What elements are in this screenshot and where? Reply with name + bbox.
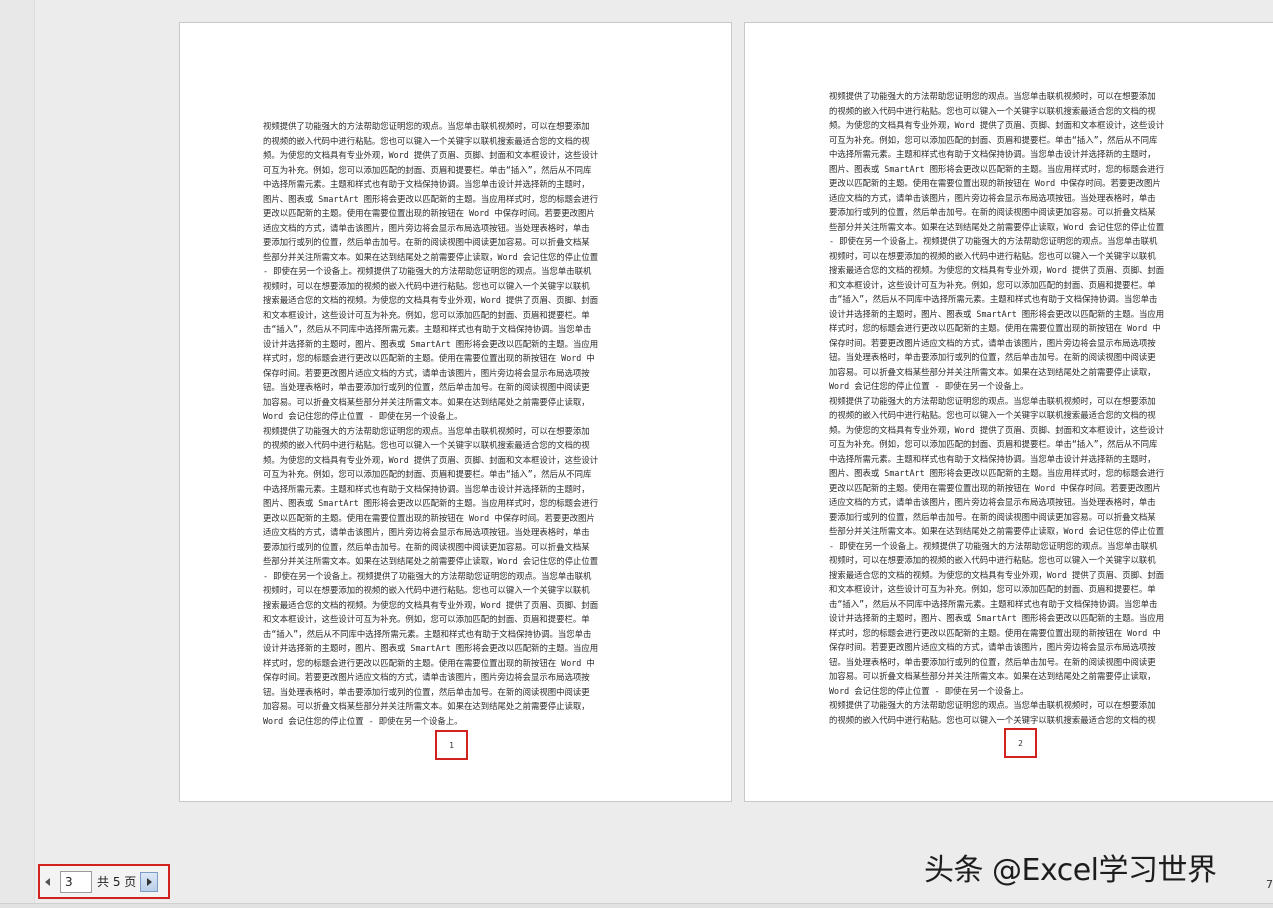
edge-number: 7 (1266, 878, 1273, 891)
triangle-left-icon (44, 877, 50, 886)
total-pages-label: 共 5 页 (97, 875, 137, 889)
prev-page-button[interactable] (42, 872, 52, 892)
bottom-border (0, 903, 1273, 908)
document-page-1: 视频提供了功能强大的方法帮助您证明您的观点。当您单击联机视频时，可以在想要添加 … (179, 22, 732, 802)
page-body-text: 视频提供了功能强大的方法帮助您证明您的观点。当您单击联机视频时，可以在想要添加 … (829, 91, 1165, 725)
page-number-box: 1 (435, 730, 468, 760)
page-navigator: 3 共 5 页 (38, 864, 170, 899)
next-page-button[interactable] (140, 871, 159, 892)
document-page-2: 视频提供了功能强大的方法帮助您证明您的观点。当您单击联机视频时，可以在想要添加 … (744, 22, 1273, 802)
page-number-box: 2 (1004, 728, 1037, 758)
page-number-input[interactable]: 3 (60, 870, 92, 893)
triangle-right-icon (146, 877, 152, 886)
workspace-left-edge (0, 0, 35, 907)
watermark-text: 头条 @Excel学习世界 (924, 853, 1217, 888)
page-body-text: 视频提供了功能强大的方法帮助您证明您的观点。当您单击联机视频时，可以在想要添加 … (263, 121, 599, 726)
